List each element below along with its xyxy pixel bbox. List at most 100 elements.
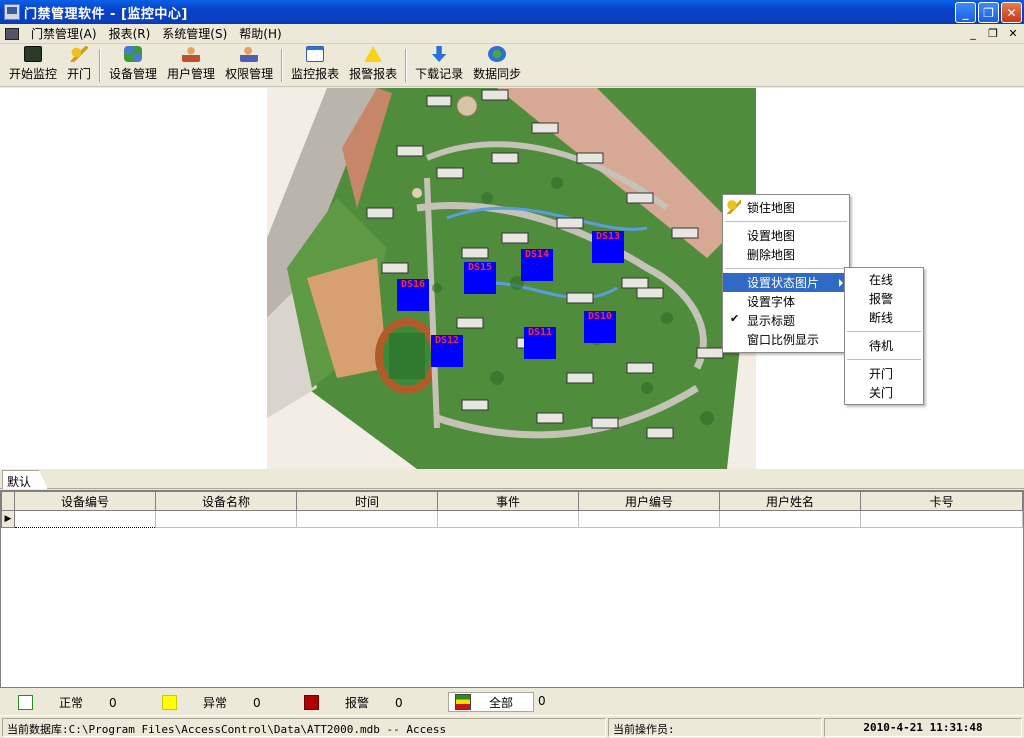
title-bar: 门禁管理软件 - [监控中心] _ ❐ ✕ <box>0 0 1024 24</box>
menu-system[interactable]: 系统管理(S) <box>156 25 233 42</box>
menu-set-font[interactable]: 设置字体 <box>723 292 849 311</box>
column-header-time[interactable]: 时间 <box>296 491 438 511</box>
column-header-device-name[interactable]: 设备名称 <box>155 491 297 511</box>
minimize-icon: _ <box>962 5 969 20</box>
abnormal-swatch <box>162 695 177 710</box>
legend-all-count: 0 <box>538 694 546 708</box>
device-marker[interactable]: DS10 <box>584 311 616 343</box>
submenu-alarm[interactable]: 报警 <box>845 289 923 308</box>
device-marker[interactable]: DS11 <box>524 327 556 359</box>
menu-set-map[interactable]: 设置地图 <box>723 226 849 245</box>
submenu-online[interactable]: 在线 <box>845 270 923 289</box>
user-management-button[interactable]: 用户管理 <box>162 45 220 86</box>
menu-delete-map[interactable]: 删除地图 <box>723 245 849 264</box>
submenu-standby[interactable]: 待机 <box>845 336 923 355</box>
device-marker[interactable]: DS15 <box>464 262 496 294</box>
close-button[interactable]: ✕ <box>1001 2 1022 23</box>
toolbar-separator <box>281 49 284 82</box>
legend-normal[interactable]: 正常 0 <box>18 694 117 711</box>
grid-corner <box>1 491 15 511</box>
status-image-submenu: 在线 报警 断线 待机 开门 关门 <box>844 267 924 405</box>
restore-button[interactable]: ❐ <box>978 2 999 23</box>
table-cell[interactable] <box>437 510 579 528</box>
device-marker[interactable]: DS14 <box>521 249 553 281</box>
device-management-button[interactable]: 设备管理 <box>104 45 162 86</box>
submenu-door-open[interactable]: 开门 <box>845 364 923 383</box>
minimize-button[interactable]: _ <box>955 2 976 23</box>
column-header-user-name[interactable]: 用户姓名 <box>719 491 861 511</box>
table-cell[interactable] <box>719 510 861 528</box>
menu-reports[interactable]: 报表(R) <box>103 25 157 42</box>
devices-icon <box>124 46 143 62</box>
menu-separator <box>847 359 921 360</box>
menu-show-title[interactable]: ✔ 显示标题 <box>723 311 849 330</box>
event-grid[interactable]: 设备编号 设备名称 时间 事件 用户编号 用户姓名 卡号 ▶ <box>0 490 1024 688</box>
menu-separator <box>725 268 847 269</box>
table-cell[interactable] <box>578 510 720 528</box>
table-cell[interactable] <box>860 510 1023 528</box>
key-icon <box>70 46 89 62</box>
row-pointer-icon: ▶ <box>1 510 15 528</box>
legend-all-button[interactable]: 全部 <box>448 692 534 712</box>
table-cell[interactable] <box>155 510 297 528</box>
mdi-minimize-icon[interactable]: _ <box>966 27 980 40</box>
app-icon[interactable] <box>4 4 20 20</box>
start-monitor-button[interactable]: 开始监控 <box>4 45 62 86</box>
monitor-icon <box>24 46 42 62</box>
table-cell[interactable] <box>14 510 156 528</box>
menu-bar: 门禁管理(A) 报表(R) 系统管理(S) 帮助(H) _ ❐ ✕ <box>0 24 1024 44</box>
key-icon <box>727 200 741 214</box>
warning-icon <box>364 46 383 62</box>
device-marker[interactable]: DS16 <box>397 279 429 311</box>
tab-default[interactable]: 默认 <box>2 470 48 489</box>
status-bar: 当前数据库:C:\Program Files\AccessControl\Dat… <box>0 715 1024 738</box>
submenu-arrow-icon <box>839 279 843 287</box>
status-datetime: 2010-4-21 11:31:48 <box>824 718 1022 737</box>
users-icon <box>182 46 201 62</box>
toolbar-separator <box>99 49 102 82</box>
site-plan-drawing <box>267 88 756 469</box>
submenu-offline[interactable]: 断线 <box>845 308 923 327</box>
status-operator: 当前操作员: <box>608 718 822 737</box>
menu-access-control[interactable]: 门禁管理(A) <box>25 25 103 42</box>
grid-header-row: 设备编号 设备名称 时间 事件 用户编号 用户姓名 卡号 <box>1 491 1023 511</box>
data-sync-button[interactable]: 数据同步 <box>468 45 526 86</box>
restore-icon: ❐ <box>983 5 994 20</box>
globe-icon <box>488 46 507 62</box>
mdi-close-icon[interactable]: ✕ <box>1006 27 1020 40</box>
document-icon[interactable] <box>5 27 19 40</box>
open-door-button[interactable]: 开门 <box>62 45 96 86</box>
map-context-menu: 锁住地图 设置地图 删除地图 设置状态图片 设置字体 ✔ 显示标题 窗口比例显示 <box>722 194 850 353</box>
submenu-door-close[interactable]: 关门 <box>845 383 923 402</box>
table-row[interactable]: ▶ <box>1 510 1023 528</box>
normal-swatch <box>18 695 33 710</box>
status-database: 当前数据库:C:\Program Files\AccessControl\Dat… <box>2 718 606 737</box>
toolbar-separator <box>405 49 408 82</box>
column-header-card-number[interactable]: 卡号 <box>860 491 1023 511</box>
checkmark-icon: ✔ <box>730 312 740 325</box>
device-marker[interactable]: DS12 <box>431 335 463 367</box>
device-marker[interactable]: DS13 <box>592 231 624 263</box>
menu-lock-map[interactable]: 锁住地图 <box>723 198 849 217</box>
mdi-restore-icon[interactable]: ❐ <box>986 27 1000 40</box>
monitor-report-button[interactable]: 监控报表 <box>286 45 344 86</box>
table-cell[interactable] <box>296 510 438 528</box>
column-header-event[interactable]: 事件 <box>437 491 579 511</box>
download-records-button[interactable]: 下载记录 <box>410 45 468 86</box>
column-header-device-id[interactable]: 设备编号 <box>14 491 156 511</box>
permission-management-button[interactable]: 权限管理 <box>220 45 278 86</box>
alarm-report-button[interactable]: 报警报表 <box>344 45 402 86</box>
legend-abnormal[interactable]: 异常 0 <box>162 694 261 711</box>
column-header-user-id[interactable]: 用户编号 <box>578 491 720 511</box>
site-map-image[interactable]: DS16 DS15 DS14 DS13 DS12 DS11 DS10 <box>267 88 756 469</box>
legend-alarm[interactable]: 报警 0 <box>304 694 403 711</box>
window-title: 门禁管理软件 - [监控中心] <box>24 6 188 22</box>
all-status-icon <box>455 694 471 710</box>
menu-set-status-image[interactable]: 设置状态图片 <box>723 273 849 292</box>
menu-window-ratio[interactable]: 窗口比例显示 <box>723 330 849 349</box>
report-icon <box>306 46 325 62</box>
menu-help[interactable]: 帮助(H) <box>233 25 287 42</box>
map-tab-strip: 默认 <box>0 469 1024 489</box>
alarm-swatch <box>304 695 319 710</box>
menu-separator <box>725 221 847 222</box>
